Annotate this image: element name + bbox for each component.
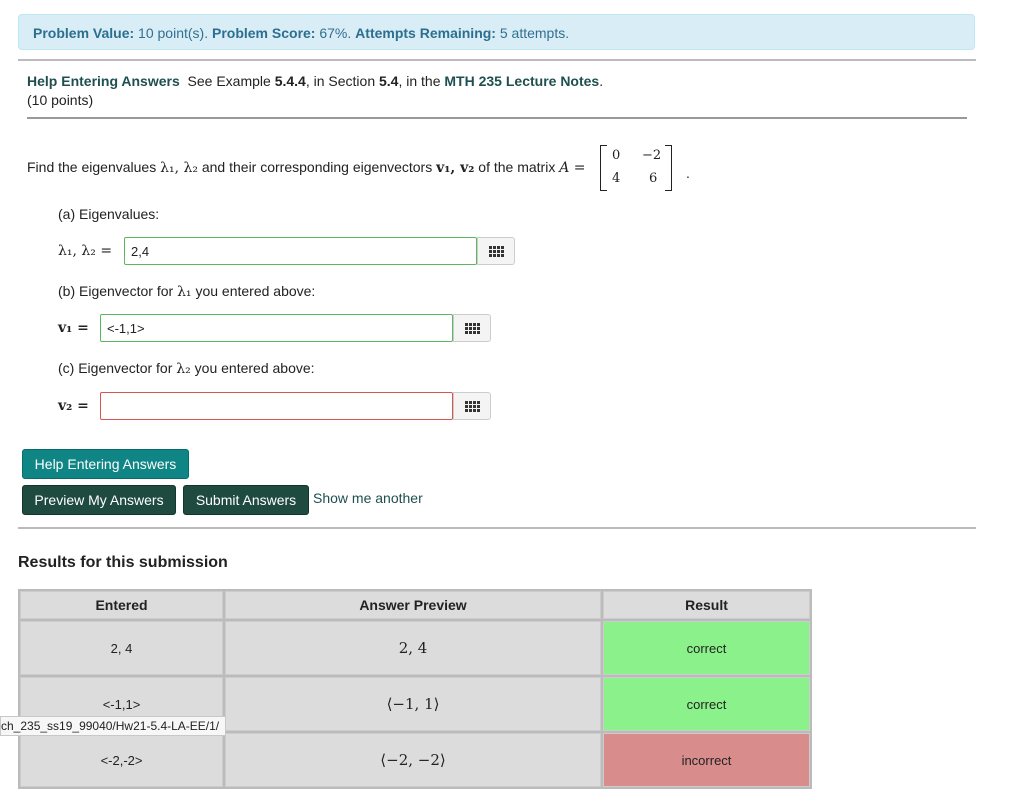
table-row: 2, 4 2, 4 correct (20, 621, 810, 675)
status-url-tooltip: ch_235_ss19_99040/Hw21-5.4-LA-EE/1/ (0, 716, 227, 736)
matrix-variable: A = (559, 160, 586, 176)
question-lambdas: λ₁, λ₂ (160, 160, 198, 176)
v1-math-label: v₁ = (58, 320, 89, 336)
section-ref: 5.4 (379, 73, 399, 89)
question-prefix: Find the eigenvalues (27, 159, 157, 175)
part-c-label: (c) Eigenvector for λ₂ you entered above… (58, 360, 315, 377)
show-me-another-link[interactable]: Show me another (313, 490, 423, 506)
part-b-math: λ₁ (177, 284, 192, 300)
equation-editor-button[interactable] (453, 392, 491, 420)
question-end: . (686, 165, 690, 181)
results-table: Entered Answer Preview Result 2, 4 2, 4 … (18, 589, 812, 789)
part-c-post: you entered above: (194, 360, 315, 376)
problem-box: Help Entering Answers See Example 5.4.4,… (18, 59, 976, 421)
help-entering-answers-link[interactable]: Help Entering Answers (27, 73, 180, 89)
problem-points: (10 points) (27, 92, 94, 108)
problem-value: 10 point(s). (138, 25, 209, 41)
matrix-cell: 0 (612, 148, 621, 163)
v1-input[interactable] (100, 314, 453, 342)
entered-cell: 2, 4 (20, 621, 224, 675)
example-ref: 5.4.4 (274, 73, 306, 89)
matrix-right-bracket (665, 145, 672, 191)
keypad-icon (464, 400, 480, 412)
eigenvalues-math-label: λ₁, λ₂ = (58, 243, 113, 259)
v2-input[interactable] (100, 392, 453, 420)
result-cell: correct (602, 621, 810, 675)
problem-info-bar: Problem Value: 10 point(s). Problem Scor… (18, 14, 975, 50)
matrix-cell: 6 (649, 171, 658, 186)
equation-editor-button[interactable] (477, 237, 515, 265)
header-answer-preview: Answer Preview (225, 591, 601, 619)
header-entered: Entered (20, 591, 224, 619)
equation-editor-button[interactable] (453, 314, 491, 342)
matrix-left-bracket (600, 145, 607, 191)
part-c-math: λ₂ (176, 361, 191, 377)
header-divider (27, 117, 967, 119)
header-period: . (599, 73, 604, 89)
eigenvalues-input[interactable] (124, 237, 477, 265)
keypad-icon (464, 322, 480, 334)
matrix-cell: 4 (612, 171, 621, 186)
result-cell: correct (602, 677, 810, 731)
part-c-pre: (c) Eigenvector for (58, 360, 173, 376)
problem-score-label: Problem Score: (211, 25, 316, 41)
problem-header: Help Entering Answers See Example 5.4.4,… (27, 73, 603, 89)
part-b-post: you entered above: (195, 283, 316, 299)
results-divider (18, 527, 976, 529)
header-result: Result (602, 591, 810, 619)
see-text: See Example (187, 73, 271, 89)
question-mid: and their corresponding eigenvectors (201, 159, 433, 175)
matrix-cell: −2 (642, 148, 662, 163)
problem-value-label: Problem Value: (33, 25, 135, 41)
attempts-remaining-label: Attempts Remaining: (355, 25, 496, 41)
v2-math-label: v₂ = (58, 398, 89, 414)
preview-cell: 2, 4 (225, 621, 601, 675)
keypad-icon (488, 245, 504, 257)
in-section-text: , in Section (305, 73, 376, 89)
submit-answers-button[interactable]: Submit Answers (183, 485, 309, 515)
preview-answers-button[interactable]: Preview My Answers (22, 485, 176, 515)
attempts-remaining: 5 attempts. (499, 25, 570, 41)
lecture-notes-link[interactable]: MTH 235 Lecture Notes (444, 73, 599, 89)
question-text: Find the eigenvalues λ₁, λ₂ and their co… (27, 159, 586, 176)
matrix-a: 0 −2 4 6 (600, 145, 672, 191)
question-vectors: v₁, v₂ (436, 160, 475, 176)
part-a-label: (a) Eigenvalues: (58, 206, 160, 222)
preview-cell: ⟨−1, 1⟩ (225, 677, 601, 731)
results-title: Results for this submission (18, 554, 228, 571)
in-the-text: , in the (398, 73, 441, 89)
problem-score: 67%. (319, 25, 352, 41)
help-entering-answers-button[interactable]: Help Entering Answers (22, 449, 189, 479)
part-b-label: (b) Eigenvector for λ₁ you entered above… (58, 283, 315, 300)
results-header-row: Entered Answer Preview Result (20, 591, 810, 619)
question-suffix: of the matrix (478, 159, 556, 175)
part-b-pre: (b) Eigenvector for (58, 283, 174, 299)
